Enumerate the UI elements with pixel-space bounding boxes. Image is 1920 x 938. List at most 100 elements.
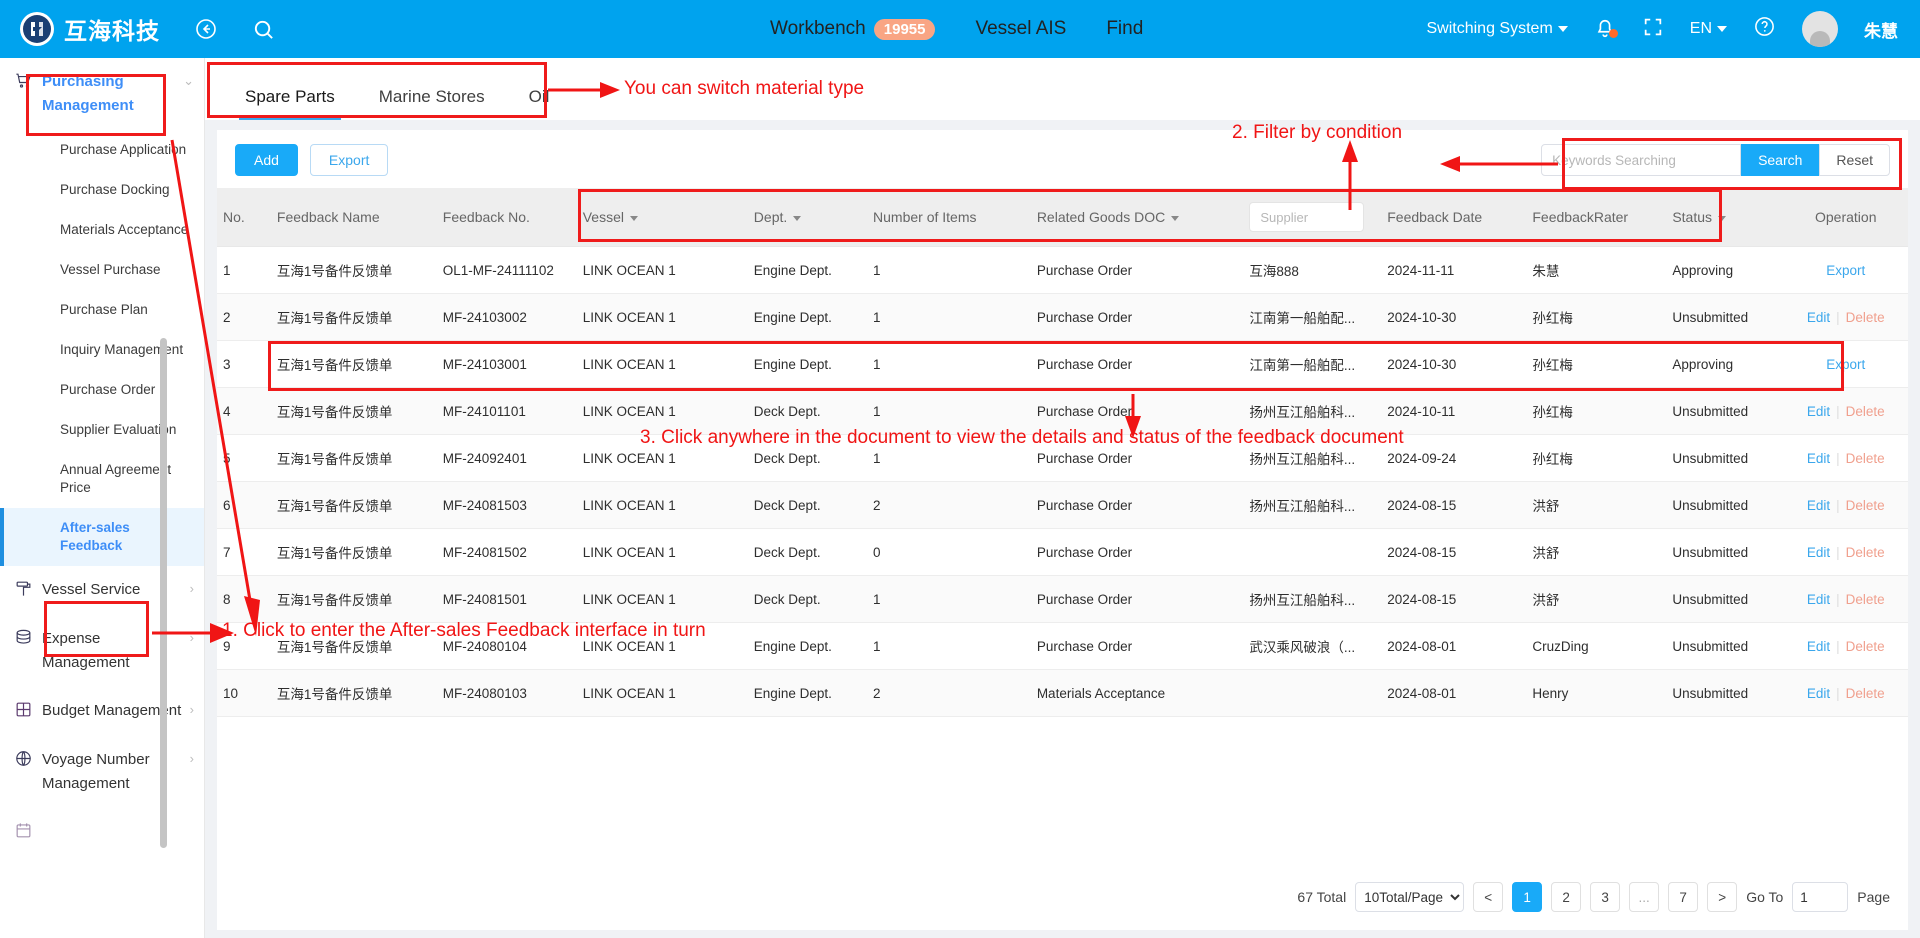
cell-date: 2024-08-15 <box>1381 575 1527 623</box>
brand-logo[interactable]: 互海科技 <box>20 12 160 46</box>
edit-link[interactable]: Edit <box>1807 451 1830 466</box>
table-row[interactable]: 7 互海1号备件反馈单 MF-24081502 LINK OCEAN 1 Dec… <box>217 528 1908 576</box>
sidebar-item-purchase-plan[interactable]: Purchase Plan <box>0 290 204 330</box>
search-input[interactable] <box>1541 144 1742 176</box>
cell-operation: Edit | Delete <box>1783 528 1908 576</box>
sidebar-item-annual-agreement-price[interactable]: Annual Agreement Price <box>0 450 204 508</box>
nav-workbench[interactable]: Workbench 19955 <box>770 18 936 40</box>
sidebar-group-purchasing-management[interactable]: Purchasing Management ⌄ <box>0 58 204 130</box>
supplier-filter-input[interactable]: Supplier <box>1249 202 1365 232</box>
delete-link[interactable]: Delete <box>1846 545 1885 560</box>
sidebar-group-expense-management[interactable]: Expense Management › <box>0 615 204 687</box>
next-page-button[interactable]: > <box>1707 882 1738 912</box>
sidebar-item-after-sales-feedback[interactable]: After-sales Feedback <box>0 508 204 566</box>
export-link[interactable]: Export <box>1826 357 1865 372</box>
cell-dept: Deck Dept. <box>747 434 868 482</box>
edit-link[interactable]: Edit <box>1807 404 1830 419</box>
calendar-icon <box>14 821 36 845</box>
edit-link[interactable]: Edit <box>1807 686 1830 701</box>
delete-link[interactable]: Delete <box>1846 498 1885 513</box>
cell-items: 2 <box>867 481 1031 529</box>
page-button-2[interactable]: 2 <box>1551 882 1582 912</box>
cell-status: Unsubmitted <box>1666 387 1784 435</box>
cell-vessel: LINK OCEAN 1 <box>576 293 748 341</box>
help-circle-icon[interactable] <box>1753 15 1776 43</box>
table-row[interactable]: 2 互海1号备件反馈单 MF-24103002 LINK OCEAN 1 Eng… <box>217 293 1908 341</box>
sidebar-group-vessel-service[interactable]: Vessel Service › <box>0 566 204 615</box>
table-row[interactable]: 10 互海1号备件反馈单 MF-24080103 LINK OCEAN 1 En… <box>217 669 1908 717</box>
edit-link[interactable]: Edit <box>1807 310 1830 325</box>
edit-link[interactable]: Edit <box>1807 639 1830 654</box>
sidebar-group-partial[interactable] <box>0 808 204 857</box>
page-button-3[interactable]: 3 <box>1590 882 1621 912</box>
page-ellipsis[interactable]: ... <box>1629 882 1660 912</box>
switching-system-button[interactable]: Switching System <box>1427 20 1568 38</box>
col-dept-filter[interactable]: Dept. <box>747 188 868 247</box>
delete-link[interactable]: Delete <box>1846 451 1885 466</box>
sidebar-group-label: Purchasing Management <box>42 73 134 114</box>
col-status-filter[interactable]: Status <box>1666 188 1784 247</box>
sidebar-item-vessel-purchase[interactable]: Vessel Purchase <box>0 250 204 290</box>
language-selector[interactable]: EN <box>1690 20 1727 38</box>
table-row[interactable]: 8 互海1号备件反馈单 MF-24081501 LINK OCEAN 1 Dec… <box>217 575 1908 623</box>
cell-operation: Edit | Delete <box>1783 481 1908 529</box>
table-row[interactable]: 3 互海1号备件反馈单 MF-24103001 LINK OCEAN 1 Eng… <box>217 340 1908 388</box>
cell-dept: Engine Dept. <box>747 293 868 341</box>
delete-link[interactable]: Delete <box>1846 639 1885 654</box>
sidebar-item-purchase-order[interactable]: Purchase Order <box>0 370 204 410</box>
cell-dept: Deck Dept. <box>747 387 868 435</box>
search-icon[interactable] <box>252 18 275 41</box>
export-link[interactable]: Export <box>1826 263 1865 278</box>
sidebar-group-budget-management[interactable]: Budget Management › <box>0 687 204 736</box>
col-vessel-filter[interactable]: Vessel <box>576 188 748 247</box>
cell-doc: Purchase Order <box>1030 481 1244 529</box>
table-row[interactable]: 6 互海1号备件反馈单 MF-24081503 LINK OCEAN 1 Dec… <box>217 481 1908 529</box>
sidebar-item-purchase-application[interactable]: Purchase Application <box>0 130 204 170</box>
cell-feedback-no: OL1-MF-24111102 <box>436 246 577 294</box>
edit-link[interactable]: Edit <box>1807 592 1830 607</box>
col-supplier-filter[interactable]: Supplier <box>1243 188 1382 247</box>
goto-page-input[interactable] <box>1792 882 1849 912</box>
sidebar-item-inquiry-management[interactable]: Inquiry Management <box>0 330 204 370</box>
notification-bell-icon[interactable] <box>1594 18 1618 40</box>
page-button-1[interactable]: 1 <box>1512 882 1543 912</box>
tab-marine-stores[interactable]: Marine Stores <box>357 87 507 120</box>
sidebar-scrollbar[interactable] <box>160 338 167 848</box>
avatar[interactable] <box>1802 11 1838 47</box>
delete-link[interactable]: Delete <box>1846 686 1885 701</box>
cell-feedback-name: 互海1号备件反馈单 <box>270 528 437 576</box>
nav-vessel-ais[interactable]: Vessel AIS <box>975 18 1066 40</box>
tab-spare-parts[interactable]: Spare Parts <box>223 87 357 120</box>
edit-link[interactable]: Edit <box>1807 545 1830 560</box>
edit-link[interactable]: Edit <box>1807 498 1830 513</box>
sidebar-item-materials-acceptance[interactable]: Materials Acceptance <box>0 210 204 250</box>
reset-button[interactable]: Reset <box>1819 144 1890 176</box>
tab-oil[interactable]: Oil <box>507 87 572 120</box>
delete-link[interactable]: Delete <box>1846 592 1885 607</box>
page-size-select[interactable]: 10Total/Page <box>1355 882 1465 912</box>
fullscreen-icon[interactable] <box>1642 16 1664 43</box>
table-row[interactable]: 9 互海1号备件反馈单 MF-24080104 LINK OCEAN 1 Eng… <box>217 622 1908 670</box>
add-button[interactable]: Add <box>235 144 298 176</box>
back-arrow-icon[interactable] <box>194 17 218 41</box>
search-button[interactable]: Search <box>1741 144 1820 176</box>
chevron-right-icon: › <box>189 581 194 596</box>
delete-link[interactable]: Delete <box>1846 404 1885 419</box>
prev-page-button[interactable]: < <box>1473 882 1504 912</box>
page-button-7[interactable]: 7 <box>1668 882 1699 912</box>
col-related-goods-doc-filter[interactable]: Related Goods DOC <box>1030 188 1244 247</box>
table-row[interactable]: 5 互海1号备件反馈单 MF-24092401 LINK OCEAN 1 Dec… <box>217 434 1908 482</box>
col-feedback-date: Feedback Date <box>1381 188 1527 247</box>
cell-status: Unsubmitted <box>1666 528 1784 576</box>
sidebar-item-purchase-docking[interactable]: Purchase Docking <box>0 170 204 210</box>
cell-items: 1 <box>867 434 1031 482</box>
table-row[interactable]: 1 互海1号备件反馈单 OL1-MF-24111102 LINK OCEAN 1… <box>217 246 1908 294</box>
export-button[interactable]: Export <box>309 144 389 176</box>
sidebar-item-supplier-evaluation[interactable]: Supplier Evaluation <box>0 410 204 450</box>
cell-date: 2024-11-11 <box>1381 246 1527 294</box>
table-row[interactable]: 4 互海1号备件反馈单 MF-24101101 LINK OCEAN 1 Dec… <box>217 387 1908 435</box>
cell-operation: Edit | Delete <box>1783 669 1908 717</box>
sidebar-group-voyage-number-management[interactable]: Voyage Number Management › <box>0 736 204 808</box>
nav-find[interactable]: Find <box>1106 18 1143 40</box>
delete-link[interactable]: Delete <box>1846 310 1885 325</box>
